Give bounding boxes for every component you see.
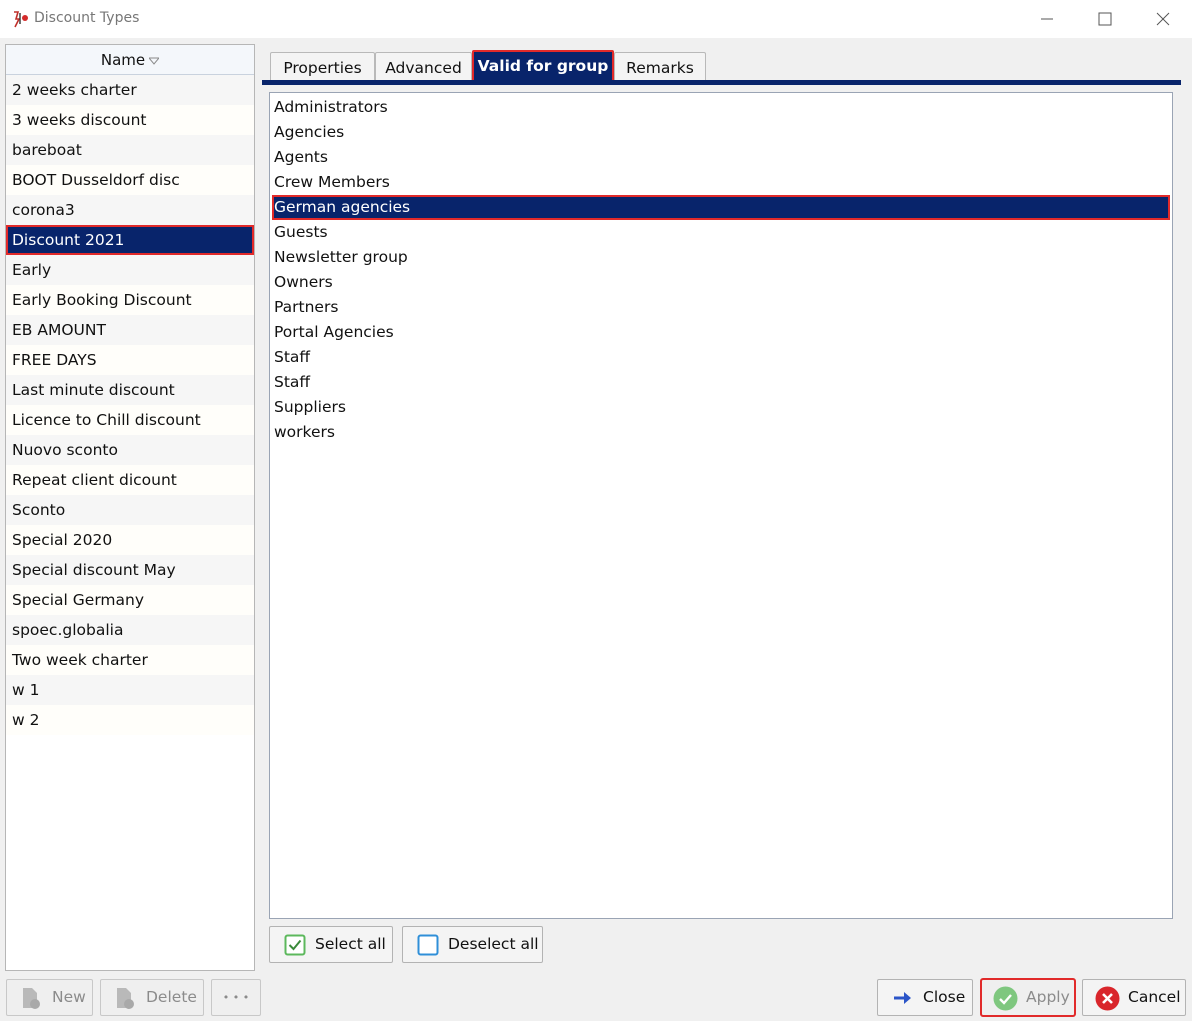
tab-label: Advanced	[385, 59, 462, 77]
select-all-label: Select all	[315, 935, 386, 953]
close-button[interactable]: Close	[877, 979, 973, 1016]
minimize-icon	[1041, 18, 1053, 20]
cancel-button[interactable]: Cancel	[1082, 979, 1186, 1016]
list-item[interactable]: Early	[6, 255, 254, 285]
close-label: Close	[923, 988, 966, 1006]
group-item[interactable]: Staff	[272, 370, 1170, 395]
app-logo-icon	[14, 11, 28, 28]
list-item[interactable]: Early Booking Discount	[6, 285, 254, 315]
check-circle-icon	[993, 986, 1018, 1011]
list-item[interactable]: 2 weeks charter	[6, 75, 254, 105]
sort-descending-icon	[149, 57, 160, 65]
window-title: Discount Types	[34, 10, 140, 26]
list-item[interactable]: Last minute discount	[6, 375, 254, 405]
group-item[interactable]: Administrators	[272, 95, 1170, 120]
list-item[interactable]: corona3	[6, 195, 254, 225]
more-options-label: • • •	[222, 991, 250, 1004]
group-item[interactable]: Portal Agencies	[272, 320, 1170, 345]
list-item[interactable]: Nuovo sconto	[6, 435, 254, 465]
tab-advanced[interactable]: Advanced	[375, 52, 472, 82]
list-item[interactable]: 3 weeks discount	[6, 105, 254, 135]
delete-button[interactable]: Delete	[100, 979, 204, 1016]
cancel-label: Cancel	[1128, 988, 1181, 1006]
list-item[interactable]: spoec.globalia	[6, 615, 254, 645]
list-item[interactable]: w 2	[6, 705, 254, 735]
list-item[interactable]: Licence to Chill discount	[6, 405, 254, 435]
checkbox-empty-icon	[417, 934, 439, 956]
new-button[interactable]: New	[6, 979, 93, 1016]
list-item[interactable]: Repeat client dicount	[6, 465, 254, 495]
title-bar: Discount Types	[0, 0, 1192, 38]
group-item[interactable]: Partners	[272, 295, 1170, 320]
group-item[interactable]: Owners	[272, 270, 1170, 295]
arrow-right-icon	[894, 992, 911, 1004]
column-header-name[interactable]: Name	[6, 45, 254, 75]
close-icon	[1156, 12, 1170, 26]
group-item[interactable]: Guests	[272, 220, 1170, 245]
list-item[interactable]: Sconto	[6, 495, 254, 525]
group-item[interactable]: Suppliers	[272, 395, 1170, 420]
group-item[interactable]: Staff	[272, 345, 1170, 370]
tab-remarks[interactable]: Remarks	[614, 52, 706, 82]
tab-underline	[262, 80, 1181, 85]
group-item[interactable]: German agencies	[272, 195, 1170, 220]
select-all-button[interactable]: Select all	[269, 926, 393, 963]
group-item[interactable]: Crew Members	[272, 170, 1170, 195]
list-item[interactable]: Two week charter	[6, 645, 254, 675]
group-item[interactable]: Agencies	[272, 120, 1170, 145]
tab-valid-for-group[interactable]: Valid for group	[472, 50, 614, 82]
discount-list: 2 weeks charter 3 weeks discount bareboat B…	[6, 75, 254, 735]
list-item[interactable]: FREE DAYS	[6, 345, 254, 375]
list-item[interactable]: Discount 2021	[6, 225, 254, 255]
list-empty-area	[6, 735, 254, 970]
tab-properties[interactable]: Properties	[270, 52, 375, 82]
maximize-icon	[1098, 12, 1112, 26]
checkbox-checked-icon	[284, 934, 306, 956]
new-label: New	[52, 988, 86, 1006]
more-options-button[interactable]: • • •	[211, 979, 261, 1016]
deselect-all-button[interactable]: Deselect all	[402, 926, 543, 963]
list-item[interactable]: w 1	[6, 675, 254, 705]
list-item[interactable]: EB AMOUNT	[6, 315, 254, 345]
column-header-label: Name	[100, 51, 146, 69]
tab-label: Remarks	[626, 59, 694, 77]
group-item[interactable]: workers	[272, 420, 1170, 445]
list-item[interactable]: BOOT Dusseldorf disc	[6, 165, 254, 195]
cancel-circle-icon	[1095, 986, 1120, 1011]
group-item[interactable]: Newsletter group	[272, 245, 1170, 270]
apply-label: Apply	[1026, 988, 1070, 1006]
list-item[interactable]: Special 2020	[6, 525, 254, 555]
maximize-button[interactable]	[1076, 0, 1134, 38]
new-document-icon	[23, 988, 40, 1009]
discount-list-panel: Name 2 weeks charter 3 weeks discount bare…	[5, 44, 255, 971]
list-item[interactable]: Special discount May	[6, 555, 254, 585]
apply-button[interactable]: Apply	[980, 978, 1076, 1017]
close-window-button[interactable]	[1134, 0, 1192, 38]
delete-document-icon	[117, 988, 134, 1009]
tab-label: Properties	[283, 59, 362, 77]
list-item[interactable]: bareboat	[6, 135, 254, 165]
group-item[interactable]: Agents	[272, 145, 1170, 170]
list-item[interactable]: Special Germany	[6, 585, 254, 615]
deselect-all-label: Deselect all	[448, 935, 539, 953]
minimize-button[interactable]	[1018, 0, 1076, 38]
group-list: Administrators Agencies Agents Crew Members…	[269, 92, 1173, 919]
delete-label: Delete	[146, 988, 197, 1006]
tab-label: Valid for group	[477, 57, 609, 75]
